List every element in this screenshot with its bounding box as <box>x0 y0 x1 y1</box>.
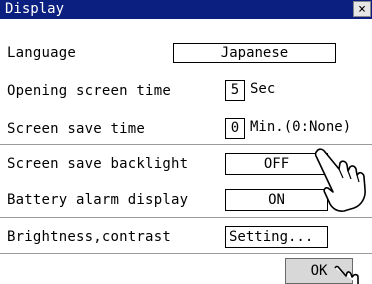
language-field[interactable]: Japanese <box>173 43 336 63</box>
brightness-contrast-setting-button[interactable]: Setting... <box>225 226 328 248</box>
divider <box>0 217 372 218</box>
battery-alarm-display-label: Battery alarm display <box>7 192 189 208</box>
title-bar: Display × <box>0 0 372 19</box>
screen-save-time-unit: Min.(0:None) <box>250 119 352 135</box>
hand-pointer-icon <box>314 148 366 212</box>
display-dialog: Display × Language Japanese Opening scre… <box>0 0 372 284</box>
dialog-title: Display <box>5 1 65 17</box>
opening-screen-time-input[interactable]: 5 <box>225 80 245 101</box>
brightness-contrast-label: Brightness,contrast <box>7 229 171 245</box>
opening-screen-time-unit: Sec <box>250 81 276 97</box>
screen-save-time-input[interactable]: 0 <box>225 118 245 139</box>
close-button[interactable]: × <box>353 1 371 17</box>
language-label: Language <box>7 45 77 61</box>
screen-save-time-label: Screen save time <box>7 121 146 137</box>
hand-pointer-icon <box>334 265 359 284</box>
screen-save-backlight-label: Screen save backlight <box>7 156 189 172</box>
opening-screen-time-label: Opening screen time <box>7 83 171 99</box>
divider <box>0 253 372 254</box>
